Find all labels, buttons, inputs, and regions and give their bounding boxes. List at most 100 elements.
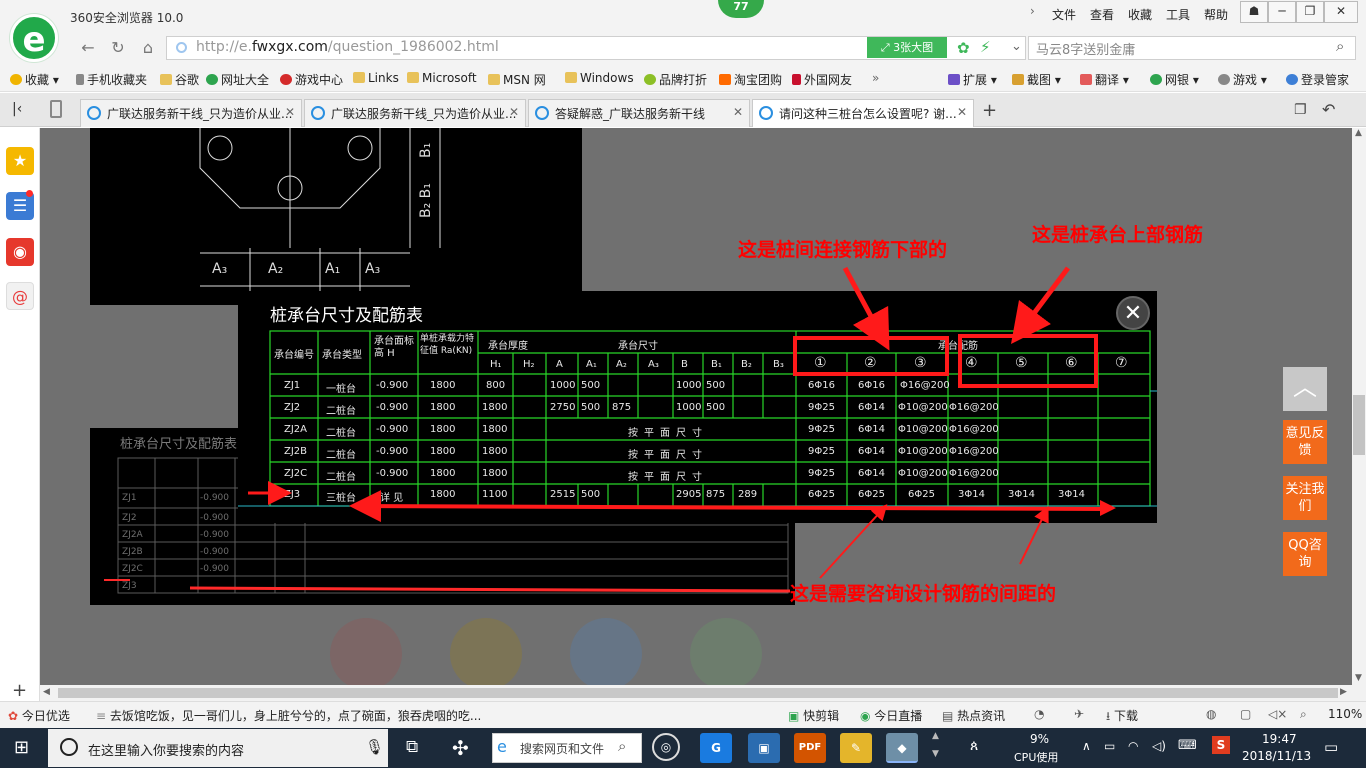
bookmark-links[interactable]: Links: [353, 71, 399, 85]
windows-start-icon[interactable]: ⊞: [14, 737, 29, 758]
tab-3[interactable]: 答疑解惑_广联达服务新干线 ✕: [528, 99, 750, 127]
active-app-icon[interactable]: ◆: [886, 733, 918, 763]
status-quick-clip[interactable]: ▣ 快剪辑: [788, 707, 839, 724]
chevron-down-icon[interactable]: ⌄: [1011, 39, 1022, 54]
taskbar-search-text[interactable]: 在这里输入你要搜索的内容: [88, 740, 244, 759]
clean-icon[interactable]: ◍: [1206, 707, 1216, 721]
status-hot-news[interactable]: ▤ 热点资讯: [942, 707, 1005, 724]
back-icon[interactable]: ←: [76, 37, 100, 59]
zoom-level[interactable]: 110%: [1328, 707, 1362, 721]
search-icon[interactable]: ⌕: [1336, 37, 1344, 55]
sogou-ime-icon[interactable]: S: [1212, 736, 1230, 754]
volume-icon[interactable]: ◁): [1152, 739, 1166, 753]
bookmark-games[interactable]: 游戏中心: [280, 71, 343, 88]
scroll-left-icon[interactable]: ◀: [43, 687, 50, 697]
site-info-icon[interactable]: [176, 42, 187, 53]
more-bookmarks-icon[interactable]: »: [872, 71, 879, 85]
tab-1[interactable]: 广联达服务新干线_只为造价从业... ✕: [80, 99, 302, 127]
bookmark-brand[interactable]: 品牌打折: [644, 71, 707, 88]
bookmark-windows[interactable]: Windows: [565, 71, 634, 85]
menu-tools[interactable]: 工具: [1162, 4, 1194, 25]
close-icon[interactable]: ✕: [957, 105, 967, 119]
url-text[interactable]: http://e.fwxgx.com/question_1986002.html: [196, 39, 499, 55]
bookmark-foreign[interactable]: 外国网友: [792, 71, 852, 88]
cloud-folder-icon[interactable]: ▣: [748, 733, 780, 763]
zoom-icon[interactable]: ⌕: [1300, 707, 1307, 722]
back-to-top-button[interactable]: ︿: [1283, 367, 1327, 411]
chevron-right-icon[interactable]: ›: [1030, 4, 1035, 18]
undo-close-icon[interactable]: ↶: [1322, 100, 1335, 119]
scroll-up-icon[interactable]: ▲: [1355, 128, 1362, 138]
follow-us-button[interactable]: 关注我们: [1283, 476, 1327, 520]
speed-icon[interactable]: ◔: [1034, 707, 1044, 721]
bookmark-google[interactable]: 谷歌: [160, 71, 199, 88]
mobile-sync-icon[interactable]: [50, 100, 62, 118]
bookmark-favorites[interactable]: 收藏 ▾: [10, 71, 59, 88]
search-input[interactable]: 马云8字送别金庸: [1036, 39, 1135, 58]
mute-icon[interactable]: ◁×: [1268, 707, 1287, 721]
bookmark-sites[interactable]: 网址大全: [206, 71, 269, 88]
vertical-scrollbar-thumb[interactable]: [1353, 395, 1365, 455]
360-browser-icon[interactable]: G: [700, 733, 732, 763]
menu-view[interactable]: 查看: [1086, 4, 1118, 25]
security-icon[interactable]: ✿: [957, 39, 970, 57]
tool-games[interactable]: 游戏 ▾: [1218, 71, 1267, 88]
tab-list-icon[interactable]: ❐: [1294, 102, 1307, 118]
tab-scroll-left-icon[interactable]: |‹: [12, 101, 22, 117]
tab-4-active[interactable]: 请问这种三桩台怎么设置呢? 谢... ✕: [752, 99, 974, 127]
task-view-icon[interactable]: ⧉: [406, 737, 418, 757]
refresh-icon[interactable]: ↻: [106, 37, 130, 59]
weibo-icon[interactable]: ◉: [6, 238, 34, 266]
close-icon[interactable]: ✕: [509, 105, 519, 119]
bookmark-taobao[interactable]: 淘宝团购: [719, 71, 782, 88]
notification-center-icon[interactable]: ▭: [1324, 738, 1338, 756]
menu-help[interactable]: 帮助: [1200, 4, 1232, 25]
people-icon[interactable]: ጰ: [970, 738, 978, 754]
menu-file[interactable]: 文件: [1048, 4, 1080, 25]
new-tab-icon[interactable]: +: [982, 100, 997, 121]
tab-2[interactable]: 广联达服务新干线_只为造价从业... ✕: [304, 99, 526, 127]
lightbox-close-button[interactable]: ✕: [1116, 296, 1150, 330]
home-icon[interactable]: ⌂: [136, 37, 160, 59]
tool-screenshot[interactable]: 截图 ▾: [1012, 71, 1061, 88]
scroll-down-icon[interactable]: ▼: [1355, 673, 1362, 683]
tool-extensions[interactable]: 扩展 ▾: [948, 71, 997, 88]
bookmark-mobile[interactable]: 手机收藏夹: [76, 71, 147, 88]
close-icon[interactable]: ✕: [733, 105, 743, 119]
clock-date[interactable]: 2018/11/13: [1242, 749, 1311, 763]
news-ticker[interactable]: ≡ 去饭馆吃饭，见一哥们儿，身上脏兮兮的，点了碗面，狼吞虎咽的吃...: [96, 707, 481, 724]
360-speed-icon[interactable]: ◎: [652, 733, 680, 761]
pin-icon[interactable]: ✈: [1074, 707, 1084, 721]
notes-icon[interactable]: ✎: [840, 733, 872, 763]
qq-consult-button[interactable]: QQ咨询: [1283, 532, 1327, 576]
keyboard-icon[interactable]: ⌨: [1178, 738, 1197, 753]
sidebar-add-icon[interactable]: +: [12, 680, 27, 701]
pinwheel-icon[interactable]: ✣: [452, 736, 469, 760]
lightning-icon[interactable]: ⚡: [980, 38, 991, 56]
tray-expand-icon[interactable]: ∧: [1082, 739, 1091, 753]
horizontal-scrollbar-thumb[interactable]: [58, 688, 1338, 698]
close-icon[interactable]: ✕: [285, 105, 295, 119]
clock-time[interactable]: 19:47: [1262, 732, 1297, 746]
tool-translate[interactable]: 翻译 ▾: [1080, 71, 1129, 88]
status-download[interactable]: ⭳ 下载: [1106, 707, 1138, 728]
battery-icon[interactable]: ▭: [1104, 739, 1115, 753]
tool-bank[interactable]: 网银 ▾: [1150, 71, 1199, 88]
pdf-icon[interactable]: PDF: [794, 733, 826, 763]
bookmark-msn[interactable]: MSN 网: [488, 71, 546, 88]
restore-button[interactable]: ❐: [1296, 1, 1324, 23]
scroll-right-icon[interactable]: ▶: [1340, 687, 1347, 697]
microphone-icon[interactable]: 🎙: [365, 738, 384, 756]
minimize-button[interactable]: ─: [1268, 1, 1296, 23]
window-icon[interactable]: ▢: [1240, 707, 1251, 721]
wifi-icon[interactable]: ◠: [1128, 739, 1138, 753]
bookmark-microsoft[interactable]: Microsoft: [407, 71, 477, 85]
status-live[interactable]: ◉ 今日直播: [860, 707, 922, 724]
taskbar-overflow-icon[interactable]: ▲ ▼: [932, 732, 939, 759]
skin-icon[interactable]: ☗: [1240, 1, 1268, 23]
taskbar-browser-search-text[interactable]: 搜索网页和文件: [520, 740, 604, 757]
search-icon[interactable]: ⌕: [618, 737, 626, 755]
tool-login-manager[interactable]: 登录管家: [1286, 71, 1349, 88]
favorites-star-icon[interactable]: ★: [6, 147, 34, 175]
daily-picks[interactable]: ✿ 今日优选: [8, 707, 70, 724]
